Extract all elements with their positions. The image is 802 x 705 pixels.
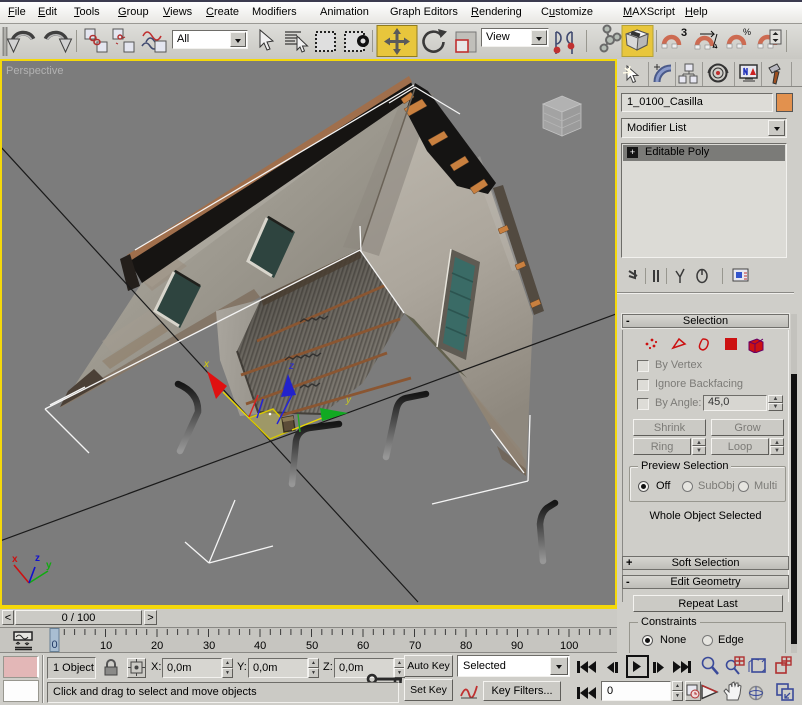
svg-text:z: z <box>35 553 40 564</box>
svg-text:%: % <box>743 27 751 37</box>
svg-text:10: 10 <box>100 640 112 652</box>
svg-text:0: 0 <box>52 639 58 651</box>
svg-text:90: 90 <box>511 640 523 652</box>
svg-text:x: x <box>203 359 210 370</box>
svg-text:40: 40 <box>254 640 266 652</box>
svg-text:70: 70 <box>409 640 421 652</box>
svg-text:y: y <box>345 395 352 406</box>
svg-text:Perspective: Perspective <box>6 65 63 77</box>
svg-text:50: 50 <box>306 640 318 652</box>
svg-text:30: 30 <box>203 640 215 652</box>
svg-text:80: 80 <box>460 640 472 652</box>
svg-text:z: z <box>288 361 294 372</box>
svg-text:x: x <box>12 554 18 565</box>
svg-text:3: 3 <box>681 27 687 39</box>
svg-text:60: 60 <box>357 640 369 652</box>
svg-text:20: 20 <box>151 640 163 652</box>
svg-text:y: y <box>46 560 52 571</box>
svg-text:100: 100 <box>560 640 578 652</box>
